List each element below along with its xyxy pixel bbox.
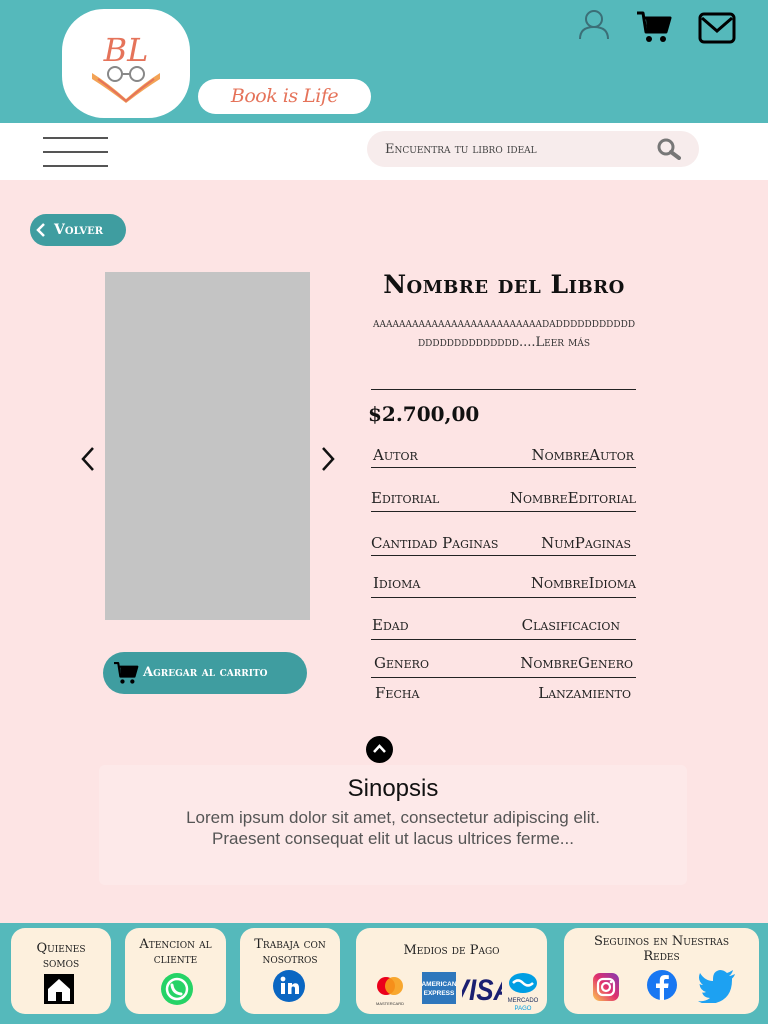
book-cover-image	[105, 272, 310, 620]
divider	[371, 511, 636, 512]
facebook-icon[interactable]	[646, 969, 678, 1001]
brand-name: Book is Life	[198, 79, 371, 114]
synopsis-title: Sinopsis	[347, 775, 439, 802]
divider	[371, 555, 636, 556]
divider	[371, 467, 636, 468]
detail-label: Editorial	[371, 489, 440, 507]
divider	[371, 597, 636, 598]
book-description[interactable]: aaaaaaaaaaaaaaaaaaaaaaaaaadadddddddddddd…	[370, 314, 638, 352]
divider	[371, 389, 636, 390]
detail-label: Fecha	[375, 684, 420, 702]
search-input[interactable]	[385, 131, 655, 167]
footer-about-label: Quienes somos	[36, 941, 86, 971]
book-price: $2.700,00	[368, 402, 480, 426]
add-to-cart-button[interactable]: Agregar al carrito	[103, 652, 307, 694]
detail-value: NombreAutor	[531, 446, 634, 464]
footer-about-card[interactable]: Quienes somos	[11, 928, 111, 1014]
back-button-label: Volver	[54, 222, 104, 238]
footer-payments-card: Medios de Pago mastercard AMERICAN EXPRE…	[356, 928, 547, 1014]
back-button[interactable]: Volver	[30, 214, 126, 246]
svg-text:EXPRESS: EXPRESS	[424, 990, 455, 997]
book-glasses-logo-icon: BL	[92, 31, 160, 103]
instagram-icon[interactable]	[592, 972, 620, 1002]
svg-text:mastercard: mastercard	[376, 1001, 404, 1007]
visa-icon: VISA	[462, 973, 502, 1004]
user-icon[interactable]	[578, 8, 610, 40]
cart-icon[interactable]	[636, 10, 672, 44]
detail-value: NombreEditorial	[509, 489, 636, 507]
mastercard-icon: mastercard	[376, 977, 404, 1007]
american-express-icon: AMERICAN EXPRESS	[422, 972, 456, 1004]
search-bar	[367, 131, 699, 167]
svg-text:VISA: VISA	[462, 973, 502, 1004]
divider	[371, 639, 636, 640]
footer-payments-label: Medios de Pago	[403, 943, 500, 958]
svg-text:pago: pago	[515, 1003, 532, 1012]
menu-icon[interactable]	[43, 137, 108, 169]
footer-social-card: Seguinos en Nuestras Redes	[564, 928, 759, 1014]
book-title: Nombre del Libro	[383, 270, 625, 299]
collapse-synopsis-button[interactable]	[366, 736, 393, 763]
previous-image-arrow-icon[interactable]	[80, 446, 96, 472]
detail-value: NumPaginas	[541, 534, 631, 552]
detail-value: NombreGenero	[520, 654, 633, 672]
divider	[371, 677, 636, 678]
chevron-up-icon	[373, 744, 386, 753]
mercadopago-icon: mercado pago	[508, 973, 539, 1012]
twitter-icon[interactable]	[698, 969, 736, 1003]
linkedin-icon	[273, 970, 305, 1002]
synopsis-text: Lorem ipsum dolor sit amet, consectetur …	[99, 807, 687, 849]
svg-text:BL: BL	[103, 31, 149, 69]
detail-label: Edad	[372, 616, 409, 634]
home-icon	[44, 974, 74, 1004]
footer-jobs-label: Trabaja con nosotros	[254, 937, 326, 967]
detail-value: Clasificacion	[521, 616, 620, 634]
detail-label: Idioma	[373, 574, 421, 592]
logo[interactable]: BL	[62, 9, 190, 118]
detail-value: NombreIdioma	[530, 574, 636, 592]
detail-label: Genero	[374, 654, 429, 672]
synopsis-line-2: Praesent consequat elit ut lacus ultrice…	[212, 829, 574, 848]
footer-support-label: Atencion al cliente	[139, 937, 212, 967]
detail-label: Autor	[373, 446, 418, 464]
detail-label: Cantidad Paginas	[371, 534, 499, 552]
whatsapp-icon	[161, 973, 193, 1005]
add-to-cart-label: Agregar al carrito	[143, 665, 268, 680]
footer-jobs-card[interactable]: Trabaja con nosotros	[240, 928, 340, 1014]
svg-text:AMERICAN: AMERICAN	[422, 981, 456, 988]
next-image-arrow-icon[interactable]	[320, 446, 336, 472]
synopsis-line-1: Lorem ipsum dolor sit amet, consectetur …	[186, 808, 600, 827]
footer-support-card[interactable]: Atencion al cliente	[125, 928, 226, 1014]
chevron-left-icon	[36, 223, 45, 237]
footer-social-label: Seguinos en Nuestras Redes	[593, 934, 730, 964]
search-icon[interactable]	[657, 138, 681, 160]
cart-icon	[114, 662, 139, 684]
mail-icon[interactable]	[698, 12, 736, 44]
detail-value: Lanzamiento	[538, 684, 631, 702]
synopsis-panel: Sinopsis Lorem ipsum dolor sit amet, con…	[99, 765, 687, 885]
